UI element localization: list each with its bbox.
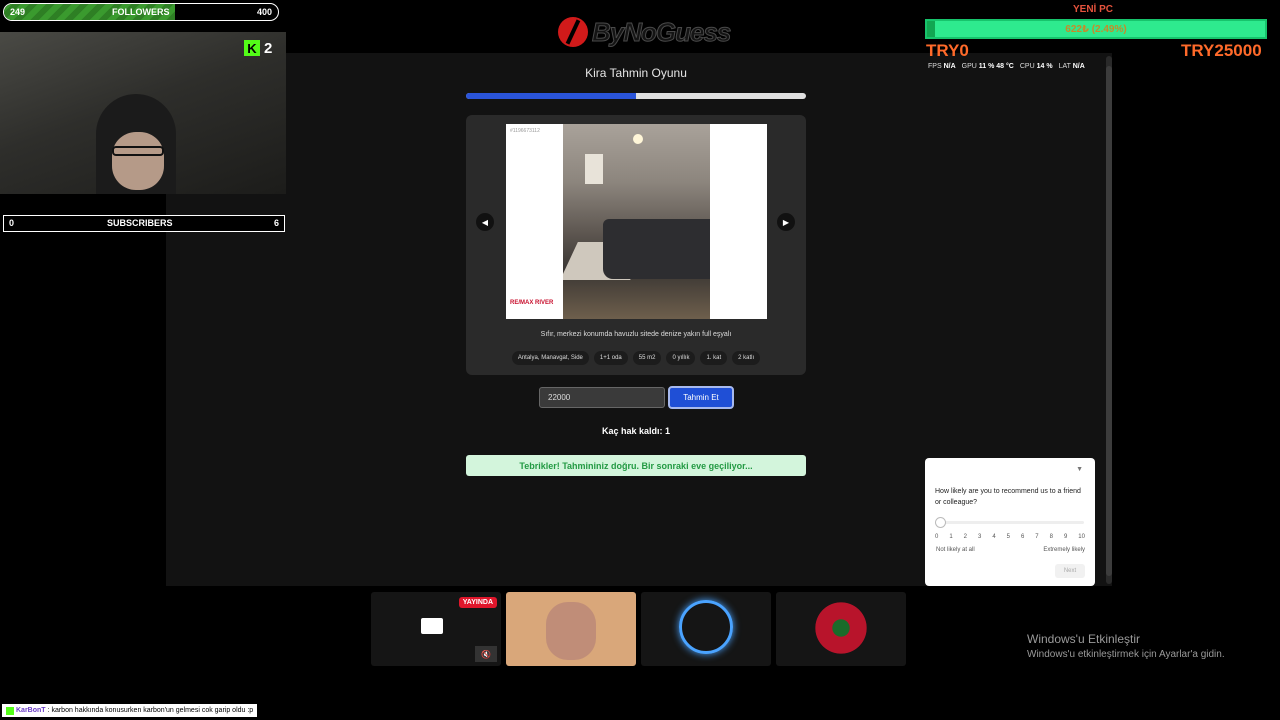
- survey-next-button[interactable]: Next: [1055, 564, 1085, 578]
- activation-subtitle: Windows'u etkinleştirmek için Ayarlar'a …: [1027, 649, 1225, 660]
- remax-logo: RE/MAX RIVER: [510, 300, 554, 306]
- thumbnail-4[interactable]: [776, 592, 906, 666]
- tag-area: 55 m2: [632, 351, 662, 365]
- guess-button[interactable]: Tahmin Et: [668, 386, 734, 409]
- scrollbar-thumb[interactable]: [1106, 66, 1112, 576]
- listing-card: #1196673112 RE/MAX RIVER ◀ ▶ Sıfır, merk…: [466, 115, 806, 375]
- logo-mark-icon: [558, 17, 588, 47]
- gpu-value: 11 % 48 °C: [978, 63, 1014, 70]
- next-photo-button[interactable]: ▶: [777, 213, 795, 231]
- chevron-right-icon: ▶: [782, 217, 790, 227]
- survey-high-label: Extremely likely: [1043, 547, 1085, 553]
- followers-label: FOLLOWERS: [112, 7, 170, 17]
- scale-4[interactable]: 4: [992, 534, 995, 540]
- tag-floors: 2 katlı: [732, 351, 761, 365]
- kick-icon: K: [244, 40, 260, 56]
- nps-survey: ▼ How likely are you to recommend us to …: [925, 458, 1095, 586]
- scale-9[interactable]: 9: [1064, 534, 1067, 540]
- monitor-icon: [421, 618, 443, 634]
- scale-0[interactable]: 0: [935, 534, 938, 540]
- perf-stats: FPS N/A GPU 11 % 48 °C CPU 14 % LAT N/A: [928, 63, 1085, 70]
- gpu-label: GPU: [961, 63, 977, 70]
- activation-title: Windows'u Etkinleştir: [1027, 632, 1140, 646]
- survey-slider-track[interactable]: [940, 521, 1084, 524]
- cpu-value: 14 %: [1036, 63, 1053, 70]
- donation-goal-bar: 622₺ (2.49%): [925, 19, 1267, 39]
- live-badge: YAYINDA: [458, 597, 497, 608]
- lat-value: N/A: [1072, 63, 1085, 70]
- survey-scale: 0 1 2 3 4 5 6 7 8 9 10: [935, 534, 1085, 540]
- tag-location: Antalya, Manavgat, Side: [511, 351, 589, 365]
- tag-floor: 1. kat: [700, 351, 728, 365]
- site-logo[interactable]: ByNoGuess: [558, 12, 758, 52]
- photo-id: #1196673112: [510, 128, 540, 134]
- game-progress-bar: [466, 93, 806, 99]
- collapse-icon[interactable]: ▼: [1076, 466, 1083, 473]
- fps-label: FPS: [928, 63, 942, 70]
- lat-label: LAT: [1058, 63, 1071, 70]
- kick-viewer-count: 2: [264, 39, 273, 57]
- subscribers-goal: 6: [273, 218, 279, 228]
- chat-text: : karbon hakkında konusurken karbon'un g…: [47, 707, 254, 714]
- scale-7[interactable]: 7: [1035, 534, 1038, 540]
- donation-title: YENİ PC: [1073, 4, 1114, 15]
- stream-thumbnails: YAYINDA 🔇: [371, 592, 906, 666]
- windows-activation-watermark: Windows'u Etkinleştir Windows'u etkinleş…: [1027, 632, 1225, 660]
- mute-icon[interactable]: 🔇: [475, 646, 497, 662]
- page-scrollbar[interactable]: [1106, 56, 1112, 584]
- followers-goal-bar: 249 FOLLOWERS 400: [3, 3, 279, 21]
- scale-10[interactable]: 10: [1078, 534, 1085, 540]
- prev-photo-button[interactable]: ◀: [476, 213, 494, 231]
- chevron-left-icon: ◀: [481, 217, 489, 227]
- chat-message: KarBonT : karbon hakkında konusurken kar…: [2, 704, 258, 717]
- thumbnail-1[interactable]: YAYINDA 🔇: [371, 592, 501, 666]
- fps-value: N/A: [943, 63, 956, 70]
- donation-max: TRY25000: [1181, 41, 1262, 60]
- survey-slider-knob[interactable]: [935, 517, 946, 528]
- scale-5[interactable]: 5: [1007, 534, 1010, 540]
- success-alert: Tebrikler! Tahmininiz doğru. Bir sonraki…: [466, 455, 806, 476]
- followers-goal: 400: [256, 7, 272, 17]
- game-title: Kira Tahmin Oyunu: [585, 66, 687, 80]
- guess-input[interactable]: [539, 387, 665, 408]
- tries-left: Kaç hak kaldı: 1: [601, 426, 671, 436]
- subscribers-label: SUBSCRIBERS: [107, 218, 173, 228]
- scale-1[interactable]: 1: [949, 534, 952, 540]
- kick-icon: [6, 706, 14, 715]
- logo-text: ByNoGuess: [591, 16, 731, 47]
- listing-tags: Antalya, Manavgat, Side 1+1 oda 55 m2 0 …: [466, 351, 806, 365]
- subscribers-goal-bar: 0 SUBSCRIBERS 6: [3, 215, 285, 232]
- survey-low-label: Not likely at all: [936, 547, 975, 553]
- room-photo: [563, 124, 710, 319]
- thumbnail-2[interactable]: [506, 592, 636, 666]
- scale-6[interactable]: 6: [1021, 534, 1024, 540]
- tag-rooms: 1+1 oda: [593, 351, 628, 365]
- scale-8[interactable]: 8: [1050, 534, 1053, 540]
- donation-amount: 622₺ (2.49%): [1065, 24, 1127, 35]
- scale-3[interactable]: 3: [978, 534, 981, 540]
- listing-description: Sıfır, merkezi konumda havuzlu sitede de…: [540, 331, 732, 338]
- survey-question: How likely are you to recommend us to a …: [935, 488, 1081, 506]
- scale-2[interactable]: 2: [964, 534, 967, 540]
- thumbnail-3[interactable]: [641, 592, 771, 666]
- kick-viewer-badge: K 2: [244, 39, 272, 57]
- cpu-label: CPU: [1019, 63, 1035, 70]
- subscribers-current: 0: [9, 218, 15, 228]
- tag-age: 0 yıllık: [666, 351, 696, 365]
- listing-photo: #1196673112 RE/MAX RIVER: [506, 124, 767, 319]
- game-progress-fill: [466, 93, 636, 99]
- followers-current: 249: [10, 7, 26, 17]
- chat-username: KarBonT: [16, 707, 46, 714]
- donation-min: TRY0: [926, 41, 969, 60]
